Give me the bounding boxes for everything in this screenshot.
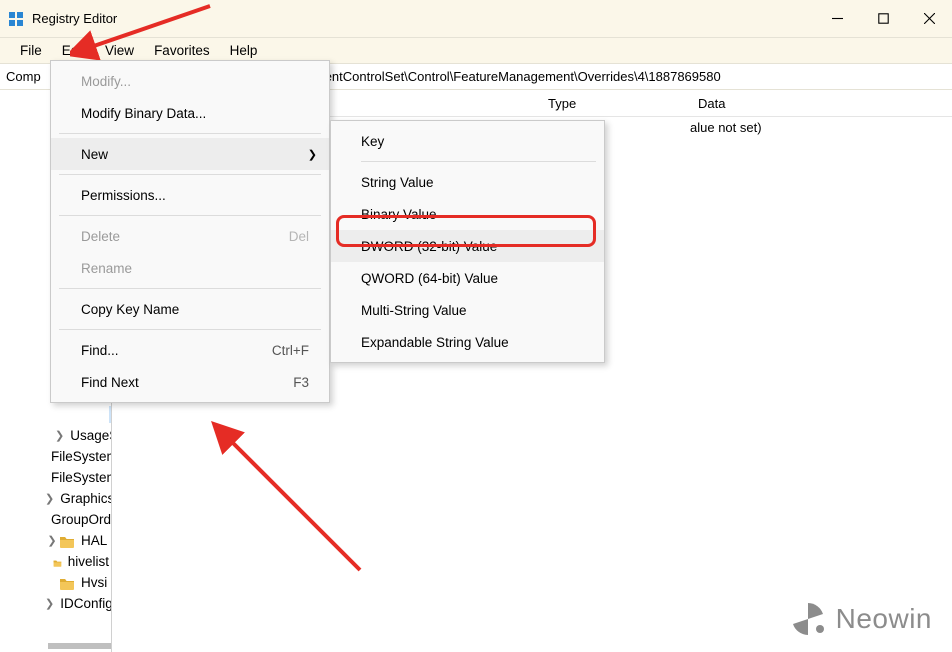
chevron-icon[interactable]: ❯ <box>55 429 64 442</box>
menu-separator <box>59 133 321 134</box>
menu-help[interactable]: Help <box>220 40 268 61</box>
edit-menu-permissions[interactable]: Permissions... <box>51 179 329 211</box>
tree-item-label: UsageSubscriptions <box>68 427 112 444</box>
menu-separator <box>59 288 321 289</box>
menu-separator <box>59 215 321 216</box>
edit-menu-new[interactable]: New❯ <box>51 138 329 170</box>
new-menu-multistring[interactable]: Multi-String Value <box>331 294 604 326</box>
edit-menu-popup: Modify... Modify Binary Data... New❯ Per… <box>50 60 330 403</box>
tree-item-label: GraphicsDrivers <box>58 490 112 507</box>
window-title: Registry Editor <box>32 11 814 26</box>
column-type[interactable]: Type <box>542 96 692 111</box>
menu-separator <box>59 329 321 330</box>
edit-menu-modify-binary[interactable]: Modify Binary Data... <box>51 97 329 129</box>
app-icon <box>8 11 24 27</box>
tree-item-label: HAL <box>79 532 109 549</box>
title-bar: Registry Editor <box>0 0 952 38</box>
chevron-icon[interactable]: ❯ <box>45 597 54 610</box>
edit-menu-delete: DeleteDel <box>51 220 329 252</box>
tree-item[interactable]: GroupOrderList <box>0 509 111 530</box>
tree-item-label: IDConfigDB <box>58 595 112 612</box>
new-menu-qword[interactable]: QWORD (64-bit) Value <box>331 262 604 294</box>
new-menu-binary[interactable]: Binary Value <box>331 198 604 230</box>
cell-data: alue not set) <box>690 120 762 135</box>
new-menu-string[interactable]: String Value <box>331 166 604 198</box>
neowin-logo-icon <box>790 601 826 637</box>
tree-item-label: FileSystemUtilities <box>49 469 112 486</box>
minimize-button[interactable] <box>814 0 860 38</box>
new-menu-dword[interactable]: DWORD (32-bit) Value <box>331 230 604 262</box>
edit-menu-copykeyname[interactable]: Copy Key Name <box>51 293 329 325</box>
tree-item[interactable]: 1887869580 <box>0 404 111 425</box>
window-controls <box>814 0 952 38</box>
address-label: Comp <box>6 69 41 84</box>
edit-menu-findnext[interactable]: Find NextF3 <box>51 366 329 398</box>
folder-icon <box>59 576 75 590</box>
edit-menu-find[interactable]: Find...Ctrl+F <box>51 334 329 366</box>
watermark-text: Neowin <box>836 603 932 635</box>
chevron-right-icon: ❯ <box>308 148 317 161</box>
tree-item[interactable]: ❯ HAL <box>0 530 111 551</box>
column-data[interactable]: Data <box>692 96 952 111</box>
maximize-button[interactable] <box>860 0 906 38</box>
close-button[interactable] <box>906 0 952 38</box>
menu-file[interactable]: File <box>10 40 52 61</box>
tree-item-label: hivelist <box>66 553 111 570</box>
menu-separator <box>59 174 321 175</box>
tree-item[interactable]: ❯ GraphicsDrivers <box>0 488 111 509</box>
menu-separator <box>361 161 596 162</box>
menu-edit[interactable]: Edit <box>52 40 95 61</box>
folder-icon <box>53 555 62 569</box>
tree-item-label: FileSystem <box>49 448 112 465</box>
horizontal-scrollbar[interactable] <box>48 643 112 649</box>
address-path: entControlSet\Control\FeatureManagement\… <box>325 69 721 84</box>
tree-item[interactable]: FileSystem <box>0 446 111 467</box>
menu-favorites[interactable]: Favorites <box>144 40 220 61</box>
tree-item[interactable]: hivelist <box>0 551 111 572</box>
tree-item[interactable]: ❯ UsageSubscriptions <box>0 425 111 446</box>
watermark: Neowin <box>790 601 932 637</box>
edit-menu-rename: Rename <box>51 252 329 284</box>
tree-item[interactable]: FileSystemUtilities <box>0 467 111 488</box>
new-submenu-popup: Key String Value Binary Value DWORD (32-… <box>330 120 605 363</box>
tree-item[interactable]: Hvsi <box>0 572 111 593</box>
tree-item-label: 1887869580 <box>109 406 112 423</box>
tree-item[interactable]: ❯ IDConfigDB <box>0 593 111 614</box>
new-menu-key[interactable]: Key <box>331 125 604 157</box>
chevron-icon[interactable]: ❯ <box>45 534 59 547</box>
edit-menu-modify: Modify... <box>51 65 329 97</box>
new-menu-expandable[interactable]: Expandable String Value <box>331 326 604 358</box>
tree-item-label: GroupOrderList <box>49 511 112 528</box>
tree-item-label: Hvsi <box>79 574 109 591</box>
menu-view[interactable]: View <box>95 40 144 61</box>
folder-icon <box>59 534 75 548</box>
chevron-icon[interactable]: ❯ <box>45 492 54 505</box>
